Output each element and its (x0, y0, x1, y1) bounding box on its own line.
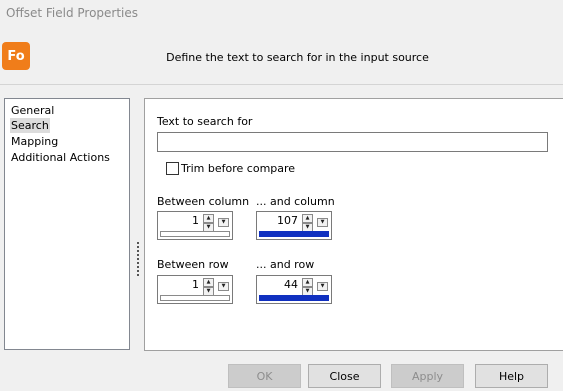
between-column-label: Between column (157, 195, 250, 208)
trim-checkbox[interactable] (166, 162, 179, 175)
and-column-label: ... and column (256, 195, 335, 208)
up-arrow-icon[interactable]: ▲ (203, 214, 214, 223)
and-row-slider[interactable] (259, 295, 329, 301)
and-column-slider[interactable] (259, 231, 329, 237)
nav-item-search[interactable]: Search (10, 118, 50, 133)
help-button[interactable]: Help (475, 364, 548, 388)
between-row-spinner[interactable]: 1 ▲ ▼ ▼ (157, 275, 233, 304)
between-column-slider[interactable] (160, 231, 230, 237)
ok-button[interactable]: OK (228, 364, 301, 388)
search-input[interactable] (157, 132, 548, 152)
search-panel: Text to search for Trim before compare B… (144, 98, 563, 351)
and-row-value: 44 (284, 278, 298, 291)
up-arrow-icon[interactable]: ▲ (302, 278, 313, 287)
window-title: Offset Field Properties (6, 6, 139, 20)
up-arrow-icon[interactable]: ▲ (302, 214, 313, 223)
header-divider (0, 84, 563, 85)
and-column-spinner[interactable]: 107 ▲ ▼ ▼ (256, 211, 332, 240)
header-description: Define the text to search for in the inp… (166, 51, 429, 64)
between-row-label: Between row (157, 258, 229, 271)
nav-item-additional-actions[interactable]: Additional Actions (10, 150, 111, 165)
dropdown-arrow-icon[interactable]: ▼ (218, 282, 229, 291)
apply-button[interactable]: Apply (391, 364, 464, 388)
between-row-slider[interactable] (160, 295, 230, 301)
splitter-grip[interactable] (137, 242, 139, 278)
between-row-value: 1 (192, 278, 199, 291)
between-column-value: 1 (192, 214, 199, 227)
and-row-spinner[interactable]: 44 ▲ ▼ ▼ (256, 275, 332, 304)
trim-label: Trim before compare (181, 162, 296, 175)
dropdown-arrow-icon[interactable]: ▼ (218, 218, 229, 227)
and-row-label: ... and row (256, 258, 315, 271)
nav-list[interactable]: General Search Mapping Additional Action… (4, 98, 130, 350)
and-column-value: 107 (277, 214, 298, 227)
up-arrow-icon[interactable]: ▲ (203, 278, 214, 287)
search-label: Text to search for (157, 115, 253, 128)
close-button[interactable]: Close (308, 364, 381, 388)
dropdown-arrow-icon[interactable]: ▼ (317, 282, 328, 291)
nav-item-mapping[interactable]: Mapping (10, 134, 59, 149)
between-column-spinner[interactable]: 1 ▲ ▼ ▼ (157, 211, 233, 240)
nav-item-general[interactable]: General (10, 103, 55, 118)
dropdown-arrow-icon[interactable]: ▼ (317, 218, 328, 227)
